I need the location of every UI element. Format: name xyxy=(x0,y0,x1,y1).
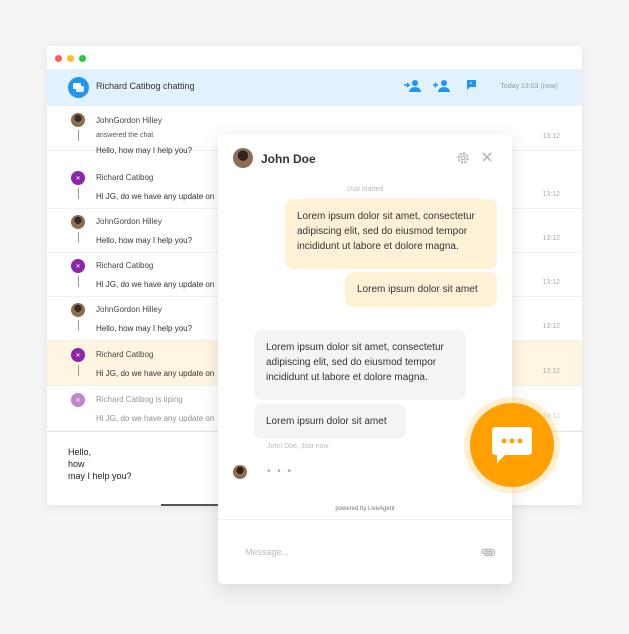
sender-name: JohnGordon Hilley xyxy=(96,305,162,314)
close-icon[interactable] xyxy=(480,150,494,164)
message-time: 13:12 xyxy=(542,323,560,330)
chat-time: Today 13:03 (now) xyxy=(500,83,558,90)
message-text: Hello, how may I help you? xyxy=(96,236,193,245)
flag-icon[interactable] xyxy=(466,79,477,92)
invite-agent-icon[interactable] xyxy=(433,79,451,93)
minimize-window-button[interactable] xyxy=(67,55,74,62)
message-text: Hello, how may I help you? xyxy=(96,324,193,333)
compose-text[interactable]: Hello, how may I help you? xyxy=(68,446,132,482)
typing-status: Richard Catibog is tiping xyxy=(96,395,183,404)
sender-name: Richard Catibog xyxy=(96,350,154,359)
incoming-message: Lorem ipsum dolor sit amet xyxy=(254,404,406,439)
visitor-avatar: ✕ xyxy=(71,393,85,407)
event-text: answered the chat xyxy=(96,132,154,139)
timeline-line xyxy=(78,276,79,287)
sender-name: JohnGordon Hilley xyxy=(96,116,162,125)
chat-header-title: Richard Catibog chatting xyxy=(96,81,195,91)
visitor-avatar: ✕ xyxy=(71,259,85,273)
close-window-button[interactable] xyxy=(55,55,62,62)
contact-name: John Doe xyxy=(261,152,316,166)
message-text: Hi JG, do we have any update on xyxy=(96,192,215,201)
chat-bubble-icon xyxy=(492,427,532,463)
contact-typing-avatar xyxy=(233,465,247,479)
chat-header: Richard Catibog chatting Today 13:03 (no… xyxy=(47,69,582,106)
message-time: 13:12 xyxy=(542,191,560,198)
chat-launcher-button[interactable] xyxy=(470,403,554,487)
message-text: Hi JG, do we have any update on xyxy=(96,414,215,423)
message-time: 13:12 xyxy=(542,279,560,286)
sender-name: Richard Catibog xyxy=(96,261,154,270)
contact-avatar xyxy=(233,148,253,168)
message-text: Hi JG, do we have any update on xyxy=(96,369,215,378)
message-time: 13:12 xyxy=(542,368,560,375)
timeline-line xyxy=(78,365,79,376)
transfer-chat-icon[interactable] xyxy=(404,79,422,93)
incoming-message: Lorem ipsum dolor sit amet, consectetur … xyxy=(254,330,466,400)
outgoing-message: Lorem ipsum dolor sit amet xyxy=(345,272,497,307)
window-controls xyxy=(55,55,86,62)
timeline-line xyxy=(78,130,79,141)
powered-by: powered by LiveAgent xyxy=(335,506,395,512)
agent-avatar xyxy=(71,113,85,127)
maximize-window-button[interactable] xyxy=(79,55,86,62)
outgoing-message: Lorem ipsum dolor sit amet, consectetur … xyxy=(285,199,497,269)
message-meta: John Doe, Just now xyxy=(267,443,329,450)
message-time: 13:12 xyxy=(542,235,560,242)
message-text: Hello, how may I help you? xyxy=(96,146,193,155)
compose-send-bar[interactable] xyxy=(161,504,221,506)
visitor-avatar: ✕ xyxy=(71,171,85,185)
chat-channel-icon xyxy=(68,77,89,98)
visitor-avatar: ✕ xyxy=(71,348,85,362)
sender-name: JohnGordon Hilley xyxy=(96,217,162,226)
attachment-icon[interactable] xyxy=(480,547,496,557)
message-time: 13:12 xyxy=(542,133,560,140)
gear-icon[interactable] xyxy=(456,151,470,165)
chat-started-label: chat started xyxy=(346,186,384,193)
timeline-line xyxy=(78,188,79,199)
timeline-line xyxy=(78,320,79,331)
agent-avatar xyxy=(71,303,85,317)
message-input[interactable]: Message... xyxy=(245,547,289,557)
sender-name: Richard Catibog xyxy=(96,173,154,182)
chat-widget: John Doe chat started Lorem ipsum dolor … xyxy=(218,134,512,584)
message-text: Hi JG, do we have any update on xyxy=(96,280,215,289)
agent-avatar xyxy=(71,215,85,229)
timeline-line xyxy=(78,232,79,243)
typing-indicator: • • • xyxy=(267,466,294,477)
message-input-bar: Message... xyxy=(218,519,512,585)
